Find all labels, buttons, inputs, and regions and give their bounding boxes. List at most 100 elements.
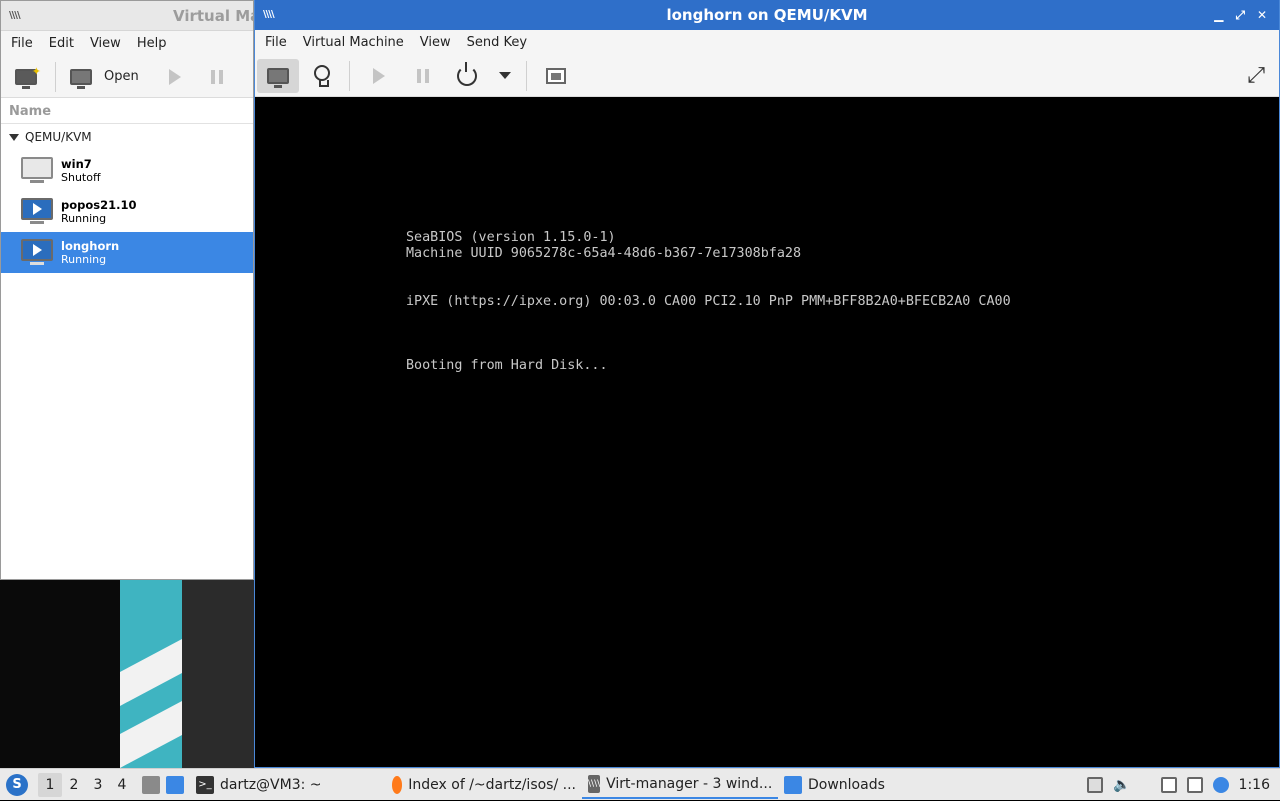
menu-view[interactable]: View bbox=[412, 35, 459, 50]
shutdown-button[interactable] bbox=[446, 59, 488, 93]
vm-status: Running bbox=[61, 252, 107, 266]
snapshots-icon bbox=[546, 67, 566, 84]
manager-menubar: File Edit View Help bbox=[1, 31, 253, 56]
monitor-icon bbox=[267, 67, 289, 88]
task-terminal[interactable]: >_ dartz@VM3: ~ bbox=[190, 771, 386, 799]
workspace-4[interactable]: 4 bbox=[110, 777, 134, 793]
bios-line bbox=[406, 326, 1011, 342]
menu-file[interactable]: File bbox=[257, 35, 295, 50]
connection-group[interactable]: QEMU/KVM bbox=[1, 124, 253, 150]
volume-icon[interactable]: 🔈 bbox=[1113, 777, 1130, 793]
snapshots-button[interactable] bbox=[535, 59, 577, 93]
pause-button[interactable] bbox=[210, 69, 223, 84]
connection-label: QEMU/KVM bbox=[25, 130, 92, 144]
task-label: dartz@VM3: ~ bbox=[220, 776, 322, 793]
bios-line: iPXE (https://ipxe.org) 00:03.0 CA00 PCI… bbox=[406, 294, 1011, 309]
play-icon bbox=[168, 68, 181, 85]
console-menubar: File Virtual Machine View Send Key bbox=[255, 30, 1279, 55]
task-label: Downloads bbox=[808, 776, 885, 793]
bios-line: Booting from Hard Disk... bbox=[406, 358, 608, 373]
task-label: Virt-manager - 3 wind... bbox=[606, 775, 773, 792]
shutdown-menu-button[interactable] bbox=[490, 59, 520, 93]
manager-titlebar[interactable]: \\\\ Virtual Ma bbox=[1, 1, 260, 31]
chevron-down-icon bbox=[499, 72, 511, 79]
play-icon bbox=[373, 67, 385, 84]
workspace-3[interactable]: 3 bbox=[86, 777, 110, 793]
clipboard-icon[interactable] bbox=[1160, 777, 1177, 793]
fullscreen-icon[interactable]: ⤢ bbox=[1247, 63, 1265, 88]
taskbar: S 1 2 3 4 >_ dartz@VM3: ~ Index of /~dar… bbox=[0, 768, 1280, 800]
menu-view[interactable]: View bbox=[82, 36, 129, 51]
vm-name: win7 bbox=[61, 156, 92, 171]
console-title: longhorn on QEMU/KVM bbox=[666, 6, 868, 24]
manager-title: Virtual Ma bbox=[173, 7, 261, 25]
vm-running-icon bbox=[21, 197, 53, 226]
task-label: Index of /~dartz/isos/ ... bbox=[408, 776, 576, 793]
power-icon bbox=[457, 61, 477, 86]
terminal-icon: >_ bbox=[196, 775, 214, 794]
updates-icon[interactable] bbox=[1212, 777, 1229, 793]
menu-help[interactable]: Help bbox=[129, 36, 175, 51]
vm-status: Shutoff bbox=[61, 170, 101, 184]
open-monitor-icon bbox=[70, 68, 92, 89]
bios-line: Machine UUID 9065278c-65a4-48d6-b367-7e1… bbox=[406, 246, 802, 261]
start-menu-icon[interactable]: S bbox=[6, 773, 28, 796]
menu-virtual-machine[interactable]: Virtual Machine bbox=[295, 35, 412, 50]
task-firefox[interactable]: Index of /~dartz/isos/ ... bbox=[386, 771, 582, 799]
new-vm-button[interactable]: ✦ bbox=[15, 65, 41, 89]
vm-running-icon bbox=[21, 238, 53, 267]
vm-display[interactable]: SeaBIOS (version 1.15.0-1) Machine UUID 9… bbox=[255, 97, 1279, 767]
manager-toolbar: ✦ Open bbox=[1, 56, 253, 98]
pause-icon bbox=[210, 69, 223, 84]
vm-name: longhorn bbox=[61, 238, 120, 253]
system-tray: 🔈 1:16 bbox=[1087, 769, 1280, 801]
eject-icon[interactable] bbox=[1087, 777, 1104, 793]
menu-file[interactable]: File bbox=[3, 36, 41, 51]
bios-line: SeaBIOS (version 1.15.0-1) bbox=[406, 230, 616, 245]
pause-button[interactable] bbox=[402, 59, 444, 93]
wallpaper bbox=[0, 580, 254, 768]
vm-row-popos[interactable]: popos21.10 Running bbox=[1, 191, 253, 232]
vm-manager-window: \\\\ Virtual Ma File Edit View Help ✦ Op… bbox=[0, 0, 260, 580]
new-vm-icon: ✦ bbox=[15, 65, 41, 89]
show-console-button[interactable] bbox=[257, 58, 299, 93]
workspace-2[interactable]: 2 bbox=[62, 777, 86, 793]
virt-manager-app-icon: \\\\ bbox=[9, 10, 21, 21]
vm-console-window: \\\\ longhorn on QEMU/KVM ▁ ⤢ ✕ File Vir… bbox=[254, 0, 1280, 768]
open-label: Open bbox=[104, 69, 139, 84]
bios-line bbox=[406, 278, 1011, 294]
vm-shutoff-icon bbox=[21, 156, 53, 185]
workspace-1[interactable]: 1 bbox=[38, 772, 62, 797]
task-virt-manager[interactable]: \\\\ Virt-manager - 3 wind... bbox=[582, 771, 778, 799]
console-toolbar: ⤢ bbox=[255, 55, 1279, 97]
vm-row-longhorn[interactable]: longhorn Running bbox=[1, 232, 253, 273]
close-icon[interactable]: ✕ bbox=[1257, 8, 1267, 23]
vm-row-win7[interactable]: win7 Shutoff bbox=[1, 150, 253, 191]
file-manager-launcher-icon[interactable] bbox=[142, 775, 160, 794]
vm-status: Running bbox=[61, 211, 107, 225]
run-button[interactable] bbox=[168, 68, 181, 85]
bios-line bbox=[406, 262, 1011, 278]
bios-line bbox=[406, 342, 1011, 358]
clock[interactable]: 1:16 bbox=[1239, 777, 1270, 793]
pause-icon bbox=[417, 68, 429, 83]
network-icon[interactable] bbox=[1186, 777, 1203, 793]
task-downloads[interactable]: Downloads bbox=[778, 771, 918, 799]
open-button[interactable]: Open bbox=[70, 68, 139, 89]
lightbulb-icon bbox=[314, 64, 330, 87]
folder-icon bbox=[784, 775, 802, 794]
expand-triangle-icon[interactable] bbox=[9, 133, 19, 141]
maximize-icon[interactable]: ⤢ bbox=[1235, 8, 1245, 23]
virt-manager-icon: \\\\ bbox=[588, 774, 601, 793]
bios-line bbox=[406, 310, 1011, 326]
show-details-button[interactable] bbox=[301, 59, 343, 93]
menu-send-key[interactable]: Send Key bbox=[459, 35, 535, 50]
firefox-icon bbox=[392, 775, 403, 794]
desktop-launcher-icon[interactable] bbox=[166, 775, 184, 794]
console-titlebar[interactable]: \\\\ longhorn on QEMU/KVM ▁ ⤢ ✕ bbox=[255, 0, 1279, 30]
minimize-icon[interactable]: ▁ bbox=[1214, 8, 1223, 23]
column-header-name[interactable]: Name bbox=[1, 98, 253, 124]
desktop: \\\\ Virtual Ma File Edit View Help ✦ Op… bbox=[0, 0, 1280, 768]
menu-edit[interactable]: Edit bbox=[41, 36, 82, 51]
run-button[interactable] bbox=[358, 59, 400, 93]
